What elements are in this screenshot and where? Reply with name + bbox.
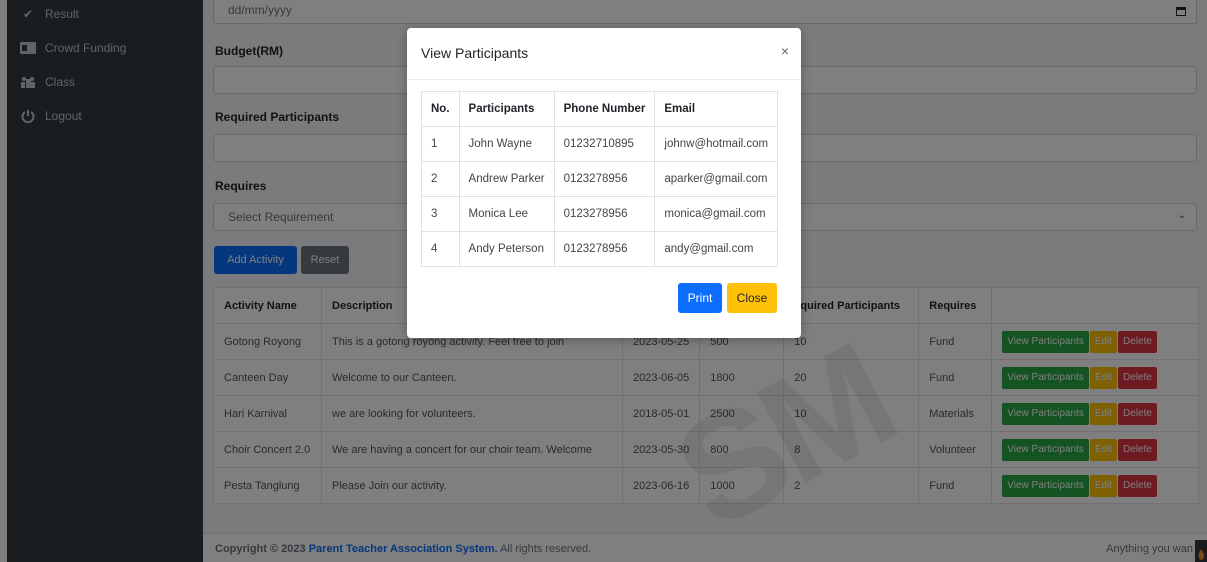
modal-title: View Participants (421, 45, 529, 61)
table-row: 4 Andy Peterson 0123278956 andy@gmail.co… (421, 231, 779, 267)
view-participants-modal: View Participants × No. Participants Pho… (407, 28, 801, 338)
participant-name: Monica Lee (458, 196, 555, 232)
participant-no: 1 (421, 126, 460, 162)
table-row: 1 John Wayne 01232710895 johnw@hotmail.c… (421, 126, 779, 162)
participant-no: 2 (421, 161, 460, 197)
table-row: 2 Andrew Parker 0123278956 aparker@gmail… (421, 161, 779, 197)
participant-email: monica@gmail.com (654, 196, 779, 232)
participant-email: johnw@hotmail.com (654, 126, 779, 162)
participant-phone: 01232710895 (553, 126, 656, 162)
modal-divider (407, 79, 801, 80)
close-icon[interactable]: × (781, 43, 789, 59)
column-header: Email (654, 91, 779, 127)
column-header: Participants (458, 91, 555, 127)
participant-name: Andy Peterson (458, 231, 555, 267)
table-header-row: No. Participants Phone Number Email (421, 91, 779, 127)
close-button[interactable]: Close (727, 283, 777, 313)
participant-email: aparker@gmail.com (654, 161, 779, 197)
column-header: No. (421, 91, 460, 127)
print-button[interactable]: Print (678, 283, 722, 313)
participant-no: 3 (421, 196, 460, 232)
column-header: Phone Number (553, 91, 656, 127)
participant-no: 4 (421, 231, 460, 267)
participant-name: John Wayne (458, 126, 555, 162)
participant-email: andy@gmail.com (654, 231, 779, 267)
participant-phone: 0123278956 (553, 231, 656, 267)
participant-name: Andrew Parker (458, 161, 555, 197)
participants-table: No. Participants Phone Number Email 1 Jo… (421, 91, 779, 267)
participant-phone: 0123278956 (553, 161, 656, 197)
participant-phone: 0123278956 (553, 196, 656, 232)
table-row: 3 Monica Lee 0123278956 monica@gmail.com (421, 196, 779, 232)
